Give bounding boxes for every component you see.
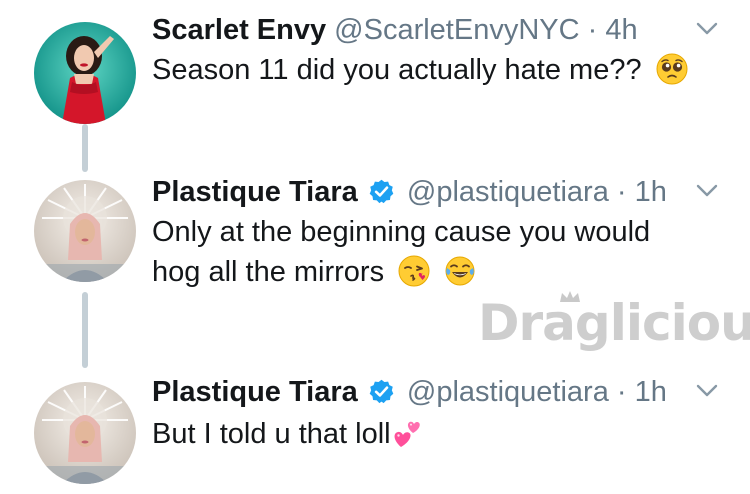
tweet-text-line: Season 11 did you actually hate me??	[152, 54, 642, 86]
display-name[interactable]: Plastique Tiara	[152, 376, 358, 408]
avatar[interactable]	[34, 382, 136, 484]
tweet-text: Only at the beginning cause you would ho…	[152, 212, 650, 292]
avatar-plastique-tiara-image	[34, 180, 136, 282]
verified-badge-icon	[369, 179, 394, 204]
crown-icon	[560, 291, 580, 302]
display-name[interactable]: Scarlet Envy	[152, 14, 326, 46]
avatar[interactable]	[34, 180, 136, 282]
avatar[interactable]	[34, 22, 136, 124]
verified-badge-icon	[369, 379, 394, 404]
separator-dot: ·	[616, 376, 627, 408]
user-handle[interactable]: @ScarletEnvyNYC	[334, 14, 579, 46]
tweet-text-line-2: hog all the mirrors	[152, 252, 650, 292]
tweet-header: Plastique Tiara @plastiquetiara · 1h	[152, 374, 667, 410]
watermark-logo: Draglicious	[478, 288, 750, 368]
tweet-header: Plastique Tiara @plastiquetiara · 1h	[152, 174, 667, 210]
watermark-text: Draglicious	[478, 294, 750, 352]
separator-dot: ·	[587, 14, 598, 46]
tweet-text: Season 11 did you actually hate me??	[152, 50, 688, 90]
avatar-scarlet-envy-image	[34, 22, 136, 124]
tweet-text-line: But I told u that loll	[152, 418, 391, 450]
tweet-header: Scarlet Envy @ScarletEnvyNYC · 4h	[152, 12, 638, 48]
thread-connector-line	[82, 292, 88, 368]
pleading-face-icon	[656, 53, 688, 85]
timestamp[interactable]: 1h	[635, 176, 667, 208]
tweet-text-line: hog all the mirrors	[152, 256, 385, 288]
thread-connector-line	[82, 124, 88, 172]
timestamp[interactable]: 1h	[635, 376, 667, 408]
avatar-plastique-tiara-image	[34, 382, 136, 484]
kissing-face-icon	[398, 255, 430, 287]
user-handle[interactable]: @plastiquetiara	[407, 176, 609, 208]
user-handle[interactable]: @plastiquetiara	[407, 376, 609, 408]
tweet-thread: Scarlet Envy @ScarletEnvyNYC · 4h Season…	[0, 0, 750, 494]
chevron-down-icon[interactable]	[696, 184, 718, 198]
two-hearts-icon	[394, 421, 420, 447]
separator-dot: ·	[616, 176, 627, 208]
tweet-text-line: Only at the beginning cause you would	[152, 216, 651, 248]
chevron-down-icon[interactable]	[696, 384, 718, 398]
tears-of-joy-face-icon	[445, 256, 475, 286]
display-name[interactable]: Plastique Tiara	[152, 176, 358, 208]
tweet-text: But I told u that loll	[152, 414, 423, 454]
timestamp[interactable]: 4h	[605, 14, 637, 46]
chevron-down-icon[interactable]	[696, 22, 718, 36]
